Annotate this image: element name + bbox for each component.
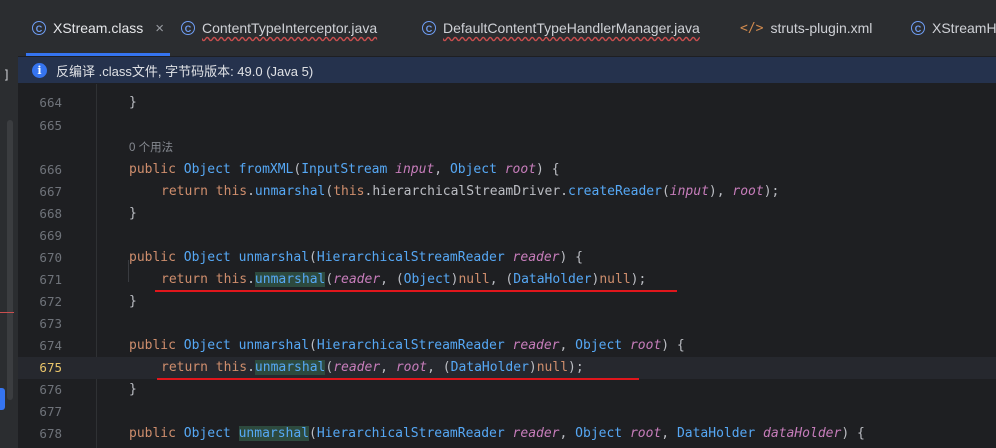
code-line[interactable]: 674 public Object unmarshal(Hierarchical… <box>18 335 996 357</box>
active-tab-indicator <box>26 53 171 56</box>
class-icon: C <box>32 21 46 35</box>
line-number: 669 <box>39 228 62 243</box>
code-line[interactable]: 668 } <box>18 203 996 225</box>
code-text: public Object unmarshal(HierarchicalStre… <box>129 338 685 353</box>
tab-label: struts-plugin.xml <box>770 20 873 36</box>
decompiled-info-banner: i 反编译 .class文件, 字节码版本: 49.0 (Java 5) <box>18 57 996 83</box>
info-icon: i <box>32 62 47 78</box>
tab-xstreamha[interactable]: C XStreamHa <box>911 0 996 56</box>
red-marker <box>0 312 14 313</box>
code-line[interactable]: 669 <box>18 225 996 247</box>
line-number: 676 <box>39 382 62 397</box>
line-number: 674 <box>39 338 62 353</box>
code-line[interactable]: 677 <box>18 401 996 423</box>
banner-text: 反编译 .class文件, 字节码版本: 49.0 (Java 5) <box>56 63 314 79</box>
code-line[interactable]: 664 } <box>18 92 996 114</box>
tab-xstream-class[interactable]: C XStream.class × <box>26 0 171 56</box>
code-text: public Object unmarshal(HierarchicalStre… <box>129 250 583 265</box>
selection-marker <box>0 388 5 410</box>
code-line[interactable]: 678 public Object unmarshal(Hierarchical… <box>18 423 996 445</box>
code-line[interactable]: 670 public Object unmarshal(Hierarchical… <box>18 247 996 269</box>
tab-struts-plugin-xml[interactable]: </> struts-plugin.xml <box>740 0 872 56</box>
tab-label: ContentTypeInterceptor.java <box>202 20 378 36</box>
class-icon: C <box>422 21 436 35</box>
code-text: } <box>129 206 137 221</box>
code-editor[interactable]: 664 } 665 0 个用法 666 public Object fromXM… <box>18 84 996 448</box>
close-icon[interactable]: × <box>155 20 164 37</box>
tab-defaultcontenttypehandlermanager[interactable]: C DefaultContentTypeHandlerManager.java <box>422 0 700 56</box>
line-number: 664 <box>39 95 62 110</box>
code-line[interactable]: 666 public Object fromXML(InputStream in… <box>18 159 996 181</box>
left-tool-strip: ] <box>0 0 18 448</box>
class-icon: C <box>911 21 925 35</box>
code-text: public Object fromXML(InputStream input,… <box>129 162 560 177</box>
line-number: 667 <box>39 184 62 199</box>
line-number: 678 <box>39 426 62 441</box>
usage-hint[interactable]: 0 个用法 <box>129 137 173 159</box>
editor-tab-bar: C XStream.class × C ContentTypeIntercept… <box>18 0 996 57</box>
code-text: return this.unmarshal(reader, root, (Dat… <box>161 360 584 375</box>
line-number: 670 <box>39 250 62 265</box>
code-text: return this.unmarshal(this.hierarchicalS… <box>161 184 780 199</box>
line-number: 666 <box>39 162 62 177</box>
line-number: 672 <box>39 294 62 309</box>
code-text: } <box>129 382 137 397</box>
code-text: } <box>129 294 137 309</box>
line-number: 668 <box>39 206 62 221</box>
class-icon: C <box>181 21 195 35</box>
code-line[interactable]: 671 return this.unmarshal(reader, (Objec… <box>18 269 996 291</box>
current-code-line[interactable]: 675 return this.unmarshal(reader, root, … <box>18 357 996 379</box>
tab-label: XStreamHa <box>932 20 996 36</box>
code-text: } <box>129 95 137 110</box>
code-line[interactable]: 672 } <box>18 291 996 313</box>
line-number: 671 <box>39 272 62 287</box>
bracket-glyph: ] <box>3 68 11 82</box>
code-line[interactable]: 676 } <box>18 379 996 401</box>
tab-contenttypeinterceptor[interactable]: C ContentTypeInterceptor.java <box>181 0 377 56</box>
code-line[interactable]: 667 return this.unmarshal(this.hierarchi… <box>18 181 996 203</box>
line-number: 673 <box>39 316 62 331</box>
code-line[interactable]: 673 <box>18 313 996 335</box>
line-number: 677 <box>39 404 62 419</box>
tool-scrollbar[interactable] <box>7 120 13 400</box>
line-number: 665 <box>39 118 62 133</box>
tab-label: XStream.class <box>53 20 144 36</box>
code-text: return this.unmarshal(reader, (Object)nu… <box>161 272 647 287</box>
code-line[interactable]: 665 <box>18 115 996 137</box>
code-text: public Object unmarshal(HierarchicalStre… <box>129 426 865 441</box>
line-number: 675 <box>39 360 62 375</box>
tab-label: DefaultContentTypeHandlerManager.java <box>443 20 700 36</box>
xml-icon: </> <box>740 20 764 36</box>
